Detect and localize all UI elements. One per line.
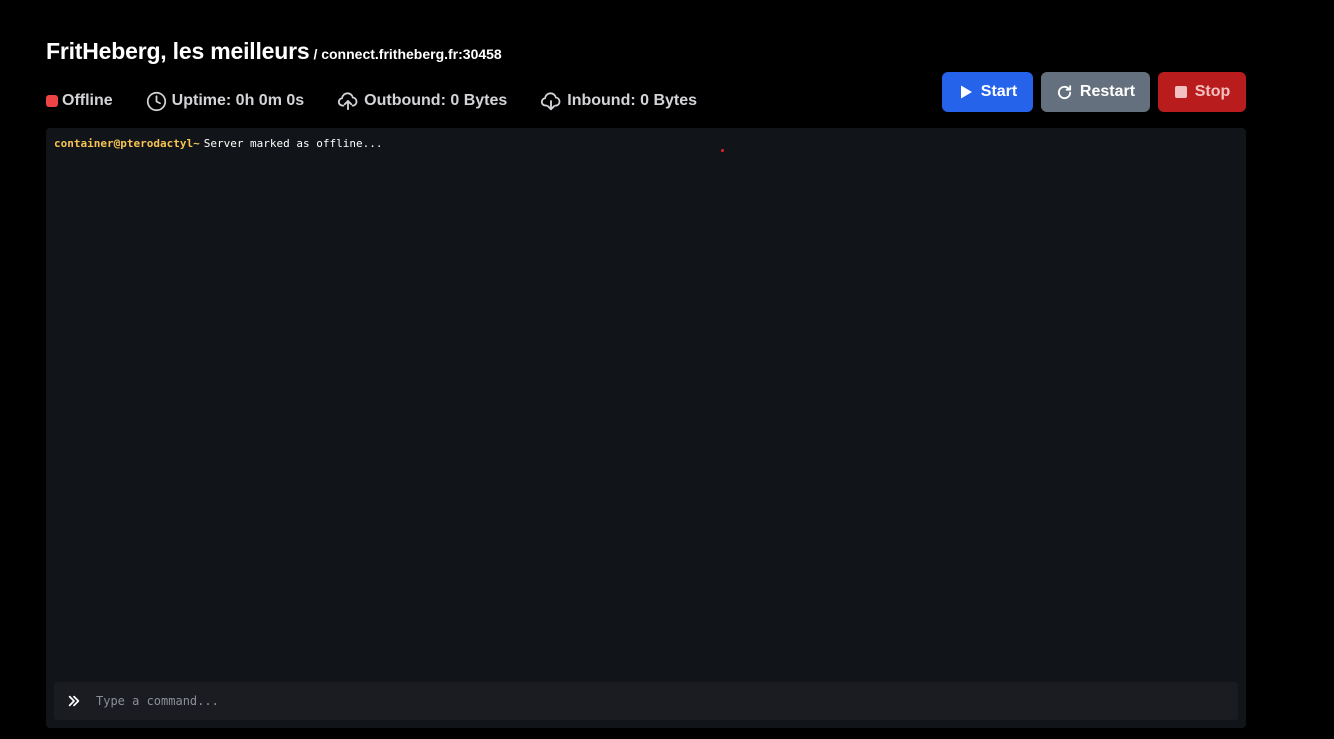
power-actions: Start Restart Stop: [934, 72, 1246, 112]
uptime-label: Uptime: 0h 0m 0s: [171, 92, 305, 109]
cloud-download-icon: [540, 90, 562, 112]
restart-button[interactable]: Restart: [1041, 72, 1150, 112]
outbound-label: Outbound: 0 Bytes: [364, 92, 508, 109]
server-header: FritHeberg, les meilleurs / connect.frit…: [46, 38, 502, 65]
console-panel[interactable]: container@pterodactyl~ Server marked as o…: [46, 128, 1246, 728]
server-address: / connect.fritheberg.fr:30458: [313, 46, 502, 62]
restart-label: Restart: [1079, 83, 1136, 100]
server-console-page: FritHeberg, les meilleurs / connect.frit…: [0, 0, 1334, 739]
server-name: FritHeberg, les meilleurs: [46, 38, 310, 64]
command-input[interactable]: [94, 681, 1238, 721]
start-label: Start: [980, 83, 1018, 100]
start-button[interactable]: Start: [942, 72, 1033, 112]
server-stats: Offline Uptime: 0h 0m 0s Outbound: 0 Byt…: [46, 89, 730, 113]
command-bar: [54, 681, 1238, 721]
console-output: container@pterodactyl~ Server marked as o…: [54, 137, 383, 151]
console-prompt: container@pterodactyl~: [54, 137, 200, 150]
console-line: container@pterodactyl~ Server marked as o…: [54, 137, 383, 151]
status-stat: Offline: [46, 92, 113, 110]
stop-label: Stop: [1194, 83, 1231, 100]
console-line-text: Server marked as offline...: [203, 137, 383, 150]
uptime-stat: Uptime: 0h 0m 0s: [146, 91, 304, 112]
restart-icon: [1056, 84, 1073, 101]
outbound-stat: Outbound: 0 Bytes: [337, 90, 507, 112]
stop-square-icon: [1174, 85, 1188, 99]
inbound-stat: Inbound: 0 Bytes: [540, 90, 697, 112]
stop-button[interactable]: Stop: [1158, 72, 1246, 112]
mouse-cursor-dot: [721, 149, 724, 152]
chevron-double-right-icon: [62, 694, 86, 708]
inbound-label: Inbound: 0 Bytes: [567, 92, 698, 109]
clock-icon: [146, 91, 167, 112]
status-indicator: [46, 95, 58, 107]
cloud-upload-icon: [337, 90, 359, 112]
status-label: Offline: [62, 92, 113, 109]
play-icon: [958, 84, 974, 100]
